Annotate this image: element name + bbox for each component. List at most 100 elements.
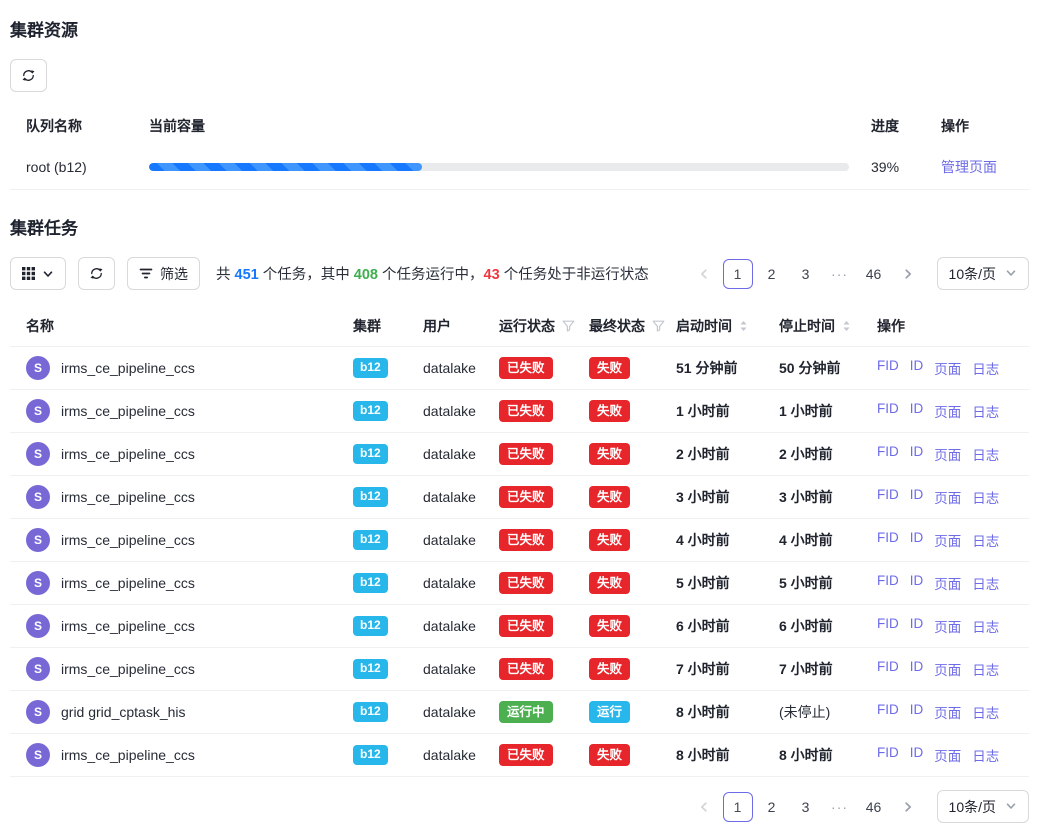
log-link[interactable]: 日志 (972, 444, 999, 464)
id-link[interactable]: ID (910, 616, 924, 636)
start-time-cell: 8 小时前 (668, 734, 771, 777)
pagination-page-1[interactable]: 1 (723, 792, 753, 822)
id-link[interactable]: ID (910, 487, 924, 507)
pagination-page-3[interactable]: 3 (791, 259, 821, 289)
start-time-cell: 2 小时前 (668, 433, 771, 476)
page-size-select[interactable]: 10条/页 (937, 257, 1029, 290)
fid-link[interactable]: FID (877, 702, 899, 722)
cluster-cell: b12 (345, 734, 415, 777)
row-actions-cell: FID ID 页面日志 (869, 347, 1029, 390)
log-link[interactable]: 日志 (972, 530, 999, 550)
page-size-select[interactable]: 10条/页 (937, 790, 1029, 823)
page-link[interactable]: 页面 (934, 444, 961, 464)
fid-link[interactable]: FID (877, 530, 899, 550)
page-link[interactable]: 页面 (934, 659, 961, 679)
stop-time-cell: 5 小时前 (771, 562, 869, 605)
user-cell: datalake (415, 476, 491, 519)
log-link[interactable]: 日志 (972, 702, 999, 722)
page-link[interactable]: 页面 (934, 573, 961, 593)
page-link[interactable]: 页面 (934, 616, 961, 636)
id-link[interactable]: ID (910, 573, 924, 593)
funnel-icon[interactable] (652, 320, 665, 332)
id-link[interactable]: ID (910, 530, 924, 550)
resources-refresh-button[interactable] (10, 59, 47, 92)
id-link[interactable]: ID (910, 401, 924, 421)
id-link[interactable]: ID (910, 745, 924, 765)
log-link[interactable]: 日志 (972, 573, 999, 593)
fid-link[interactable]: FID (877, 401, 899, 421)
resources-table-header: 队列名称 当前容量 进度 操作 (10, 108, 1029, 144)
tasks-footer: 123···46 10条/页 (10, 790, 1029, 823)
task-name-cell: Sirms_ce_pipeline_ccs (10, 390, 345, 433)
page-link[interactable]: 页面 (934, 702, 961, 722)
header-stop-time[interactable]: 停止时间 (771, 306, 869, 347)
pagination-next[interactable] (893, 792, 923, 822)
fid-link[interactable]: FID (877, 616, 899, 636)
sorter-icon[interactable] (842, 320, 851, 332)
page-link[interactable]: 页面 (934, 745, 961, 765)
run-status-badge: 已失败 (499, 744, 553, 766)
final-status-badge: 失败 (589, 615, 630, 637)
stop-time-cell: (未停止) (771, 691, 869, 734)
page-link[interactable]: 页面 (934, 401, 961, 421)
fid-link[interactable]: FID (877, 358, 899, 378)
id-link[interactable]: ID (910, 702, 924, 722)
page-link[interactable]: 页面 (934, 487, 961, 507)
task-name-wrap: Sirms_ce_pipeline_ccs (26, 442, 337, 466)
final-status-cell: 失败 (581, 390, 668, 433)
final-status-cell: 失败 (581, 519, 668, 562)
filter-button[interactable]: 筛选 (127, 257, 200, 290)
manage-page-link[interactable]: 管理页面 (941, 159, 997, 175)
pagination-page-2[interactable]: 2 (757, 259, 787, 289)
stop-time-cell: 7 小时前 (771, 648, 869, 691)
not-running-count: 43 (484, 267, 500, 283)
pagination-prev[interactable] (689, 259, 719, 289)
fid-link[interactable]: FID (877, 444, 899, 464)
fid-link[interactable]: FID (877, 487, 899, 507)
id-link[interactable]: ID (910, 358, 924, 378)
fid-link[interactable]: FID (877, 659, 899, 679)
header-progress: 进度 (871, 116, 919, 136)
pagination-page-46[interactable]: 46 (859, 259, 889, 289)
pagination-prev[interactable] (689, 792, 719, 822)
page-link[interactable]: 页面 (934, 530, 961, 550)
row-actions-cell: FID ID 页面日志 (869, 691, 1029, 734)
task-name: irms_ce_pipeline_ccs (61, 403, 195, 419)
log-link[interactable]: 日志 (972, 401, 999, 421)
fid-link[interactable]: FID (877, 573, 899, 593)
pagination-page-1[interactable]: 1 (723, 259, 753, 289)
start-time: 8 小时前 (676, 747, 730, 763)
log-link[interactable]: 日志 (972, 358, 999, 378)
log-link[interactable]: 日志 (972, 487, 999, 507)
row-actions-cell: FID ID 页面日志 (869, 734, 1029, 777)
cluster-cell: b12 (345, 476, 415, 519)
row-actions: FID ID 页面日志 (877, 487, 1021, 507)
funnel-icon[interactable] (562, 320, 575, 332)
tasks-toolbar: 筛选 共 451 个任务，其中 408 个任务运行中，43 个任务处于非运行状态… (10, 257, 1029, 290)
stop-time: (未停止) (779, 704, 830, 720)
log-link[interactable]: 日志 (972, 745, 999, 765)
stop-time-cell: 3 小时前 (771, 476, 869, 519)
final-status-cell: 运行 (581, 691, 668, 734)
run-status-cell: 已失败 (491, 390, 581, 433)
id-link[interactable]: ID (910, 659, 924, 679)
header-start-time[interactable]: 启动时间 (668, 306, 771, 347)
pagination-next[interactable] (893, 259, 923, 289)
log-link[interactable]: 日志 (972, 659, 999, 679)
fid-link[interactable]: FID (877, 745, 899, 765)
page-link[interactable]: 页面 (934, 358, 961, 378)
column-settings-button[interactable] (10, 257, 66, 290)
pagination-page-46[interactable]: 46 (859, 792, 889, 822)
grid-icon (22, 267, 35, 280)
task-name: irms_ce_pipeline_ccs (61, 618, 195, 634)
log-link[interactable]: 日志 (972, 616, 999, 636)
cluster-cell: b12 (345, 519, 415, 562)
tasks-refresh-button[interactable] (78, 257, 115, 290)
avatar: S (26, 399, 50, 423)
sorter-icon[interactable] (739, 320, 748, 332)
resources-table: 队列名称 当前容量 进度 操作 root (b12) 39% 管理页面 (10, 108, 1029, 190)
pagination-page-2[interactable]: 2 (757, 792, 787, 822)
table-row: Sirms_ce_pipeline_ccsb12datalake已失败失败4 小… (10, 519, 1029, 562)
pagination-page-3[interactable]: 3 (791, 792, 821, 822)
id-link[interactable]: ID (910, 444, 924, 464)
